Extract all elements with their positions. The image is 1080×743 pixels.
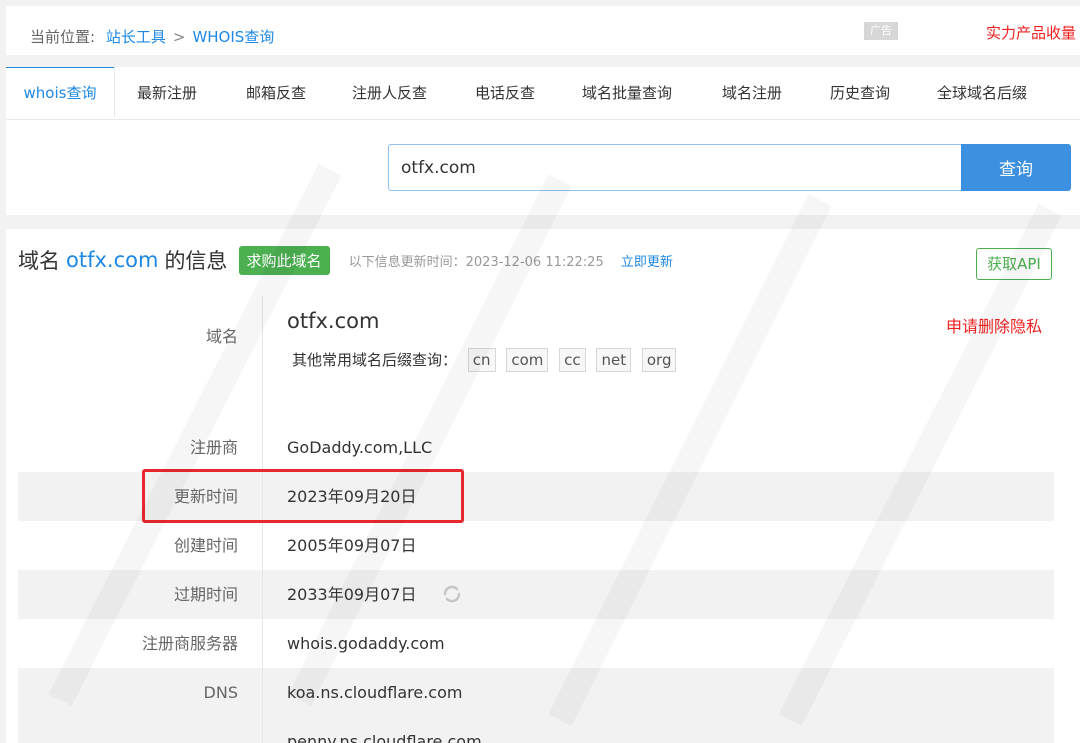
info-header: 域名 otfx.com 的信息 求购此域名 以下信息更新时间：2023-12-06 … [18,245,673,275]
domain-search-input[interactable] [388,144,962,191]
delete-privacy-link[interactable]: 申请删除隐私 [946,313,1042,337]
registrar-label: 注册商 [189,438,238,457]
domain-value: otfx.com [287,309,380,333]
tab-email-reverse[interactable]: 邮箱反查 [246,67,306,119]
suffix-cc-link[interactable]: cc [559,348,586,372]
search-button[interactable]: 查询 [961,144,1071,191]
expires-value: 2033年09月07日 [287,585,417,604]
suffix-query-label: 其他常用域名后缀查询： [292,351,458,369]
whois-table: 域名 otfx.com 申请删除隐私 其他常用域名后缀查询： cn com cc… [18,296,1054,743]
tab-whois[interactable]: whois查询 [6,67,115,117]
suffix-net-link[interactable]: net [596,348,632,372]
breadcrumb-bar: 当前位置: 站长工具 > WHOIS查询 广告 实力产品收量 [6,6,1080,55]
expires-label: 过期时间 [173,585,238,604]
search-panel: whois查询 最新注册 邮箱反查 注册人反查 电话反查 域名批量查询 域名注册… [6,67,1080,215]
update-now-link[interactable]: 立即更新 [621,255,673,270]
created-value: 2005年09月07日 [287,536,417,555]
tab-batch-query[interactable]: 域名批量查询 [582,67,672,119]
updated-value: 2023年09月20日 [287,487,417,506]
dns-label: DNS [203,683,238,702]
buy-domain-button[interactable]: 求购此域名 [238,245,330,275]
refresh-icon[interactable] [441,583,463,609]
tab-history[interactable]: 历史查询 [830,67,890,119]
table-row-created: 创建时间 2005年09月07日 [18,521,1054,570]
table-row-registrar: 注册商 GoDaddy.com,LLC [18,423,1054,472]
breadcrumb-current-label: 当前位置: [30,28,96,46]
table-row-expires: 过期时间 2033年09月07日 [18,570,1054,619]
tab-phone-reverse[interactable]: 电话反查 [475,67,535,119]
registrar-value: GoDaddy.com,LLC [287,438,433,457]
info-title-suffix: 的信息 [164,249,228,273]
ad-badge: 广告 [864,22,898,40]
table-row-dns: DNS koa.ns.cloudflare.com penny.ns.cloud… [18,668,1054,743]
table-row-domain: 域名 otfx.com 申请删除隐私 其他常用域名后缀查询： cn com cc… [18,296,1054,423]
tab-bar: whois查询 最新注册 邮箱反查 注册人反查 电话反查 域名批量查询 域名注册… [6,67,1080,120]
tab-global-suffix[interactable]: 全球域名后缀 [937,67,1027,119]
suffix-com-link[interactable]: com [506,348,549,372]
breadcrumb-separator: > [172,28,186,46]
suffix-query-line: 其他常用域名后缀查询： cn com cc net org [292,348,677,372]
whois-server-label: 注册商服务器 [141,634,238,653]
breadcrumb-link-whois[interactable]: WHOIS查询 [192,28,274,46]
suffix-org-link[interactable]: org [641,348,677,372]
tab-domain-register[interactable]: 域名注册 [722,67,782,119]
dns-value: penny.ns.cloudflare.com [287,732,482,743]
tab-registrant-reverse[interactable]: 注册人反查 [352,67,427,119]
update-time-label: 以下信息更新时间：2023-12-06 11:22:25 [348,254,604,270]
get-api-button[interactable]: 获取API [976,248,1052,280]
created-label: 创建时间 [173,536,238,555]
dns-value: koa.ns.cloudflare.com [287,683,463,702]
info-title-prefix: 域名 [18,249,60,273]
domain-label: 域名 [205,327,238,346]
ad-link[interactable]: 实力产品收量 [986,22,1076,43]
breadcrumb-link-webmaster-tools[interactable]: 站长工具 [106,28,166,46]
table-row-updated: 更新时间 2023年09月20日 [18,472,1054,521]
tab-latest-registered[interactable]: 最新注册 [137,67,197,119]
info-title-domain[interactable]: otfx.com [66,248,158,272]
suffix-cn-link[interactable]: cn [467,348,496,372]
breadcrumb: 当前位置: 站长工具 > WHOIS查询 [30,26,274,47]
updated-label: 更新时间 [173,487,238,506]
whois-info-card: 域名 otfx.com 的信息 求购此域名 以下信息更新时间：2023-12-06 … [6,229,1080,743]
table-row-whois-server: 注册商服务器 whois.godaddy.com [18,619,1054,668]
whois-server-value: whois.godaddy.com [287,634,445,653]
